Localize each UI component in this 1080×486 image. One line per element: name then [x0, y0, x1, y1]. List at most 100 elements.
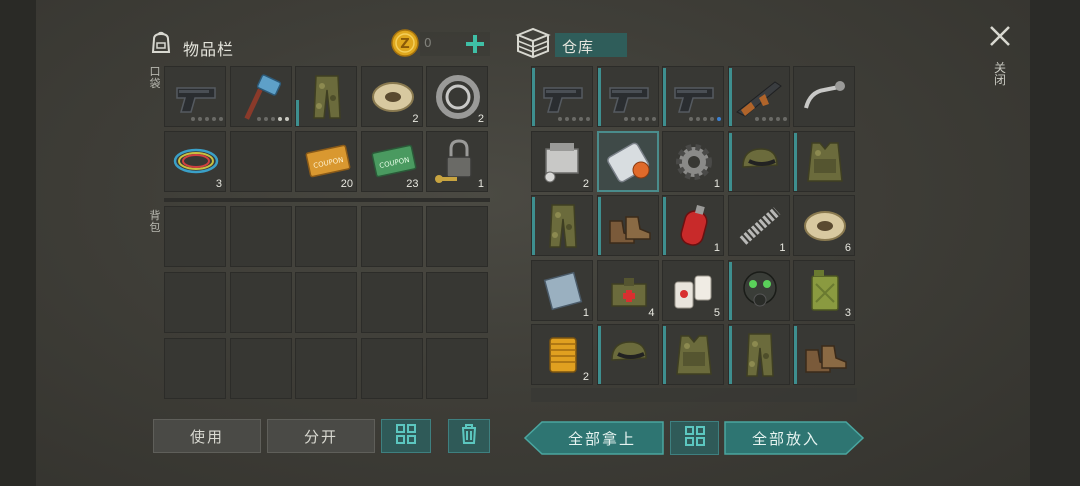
inventory-slot[interactable]: COUPON 23	[360, 130, 423, 192]
pistol-icon	[604, 72, 654, 122]
handlebar-icon	[800, 72, 850, 122]
inventory-slot[interactable]: 3	[793, 259, 855, 321]
durability-dots	[754, 117, 787, 121]
item-quantity: 3	[844, 306, 851, 319]
inventory-slot[interactable]	[426, 338, 488, 399]
inventory-slot[interactable]	[360, 338, 423, 399]
close-icon[interactable]	[988, 24, 1012, 48]
medkit-bag-icon	[604, 266, 654, 316]
item-quantity: 1	[477, 177, 484, 190]
slot-accent	[663, 326, 666, 384]
inventory-slot[interactable]	[727, 324, 790, 385]
inventory-slot[interactable]	[164, 66, 226, 127]
inventory-slot[interactable]: 3	[164, 130, 226, 192]
close-label[interactable]: 关闭	[993, 62, 1007, 86]
inventory-slot[interactable]	[596, 195, 659, 256]
item-quantity: 1	[779, 242, 786, 254]
slot-accent	[532, 68, 535, 126]
use-button[interactable]: 使用	[153, 419, 261, 453]
inventory-slot[interactable]	[662, 66, 724, 127]
inventory-slot[interactable]	[295, 338, 357, 399]
camo-vest-icon	[669, 330, 719, 380]
inventory-slot[interactable]	[164, 272, 226, 333]
inventory-slot[interactable]: 1	[531, 259, 593, 321]
padlock-key-icon	[433, 137, 483, 187]
inventory-slot[interactable]	[531, 66, 593, 127]
inventory-slot[interactable]: 2	[360, 66, 423, 127]
inventory-slot[interactable]: COUPON 20	[295, 130, 357, 192]
take-all-button[interactable]: 全部拿上	[524, 421, 664, 455]
bearing-ring-icon	[433, 72, 483, 122]
inventory-slot[interactable]: 6	[793, 195, 855, 256]
item-quantity: 2	[582, 371, 589, 383]
boots-icon	[800, 330, 850, 380]
inventory-slot[interactable]: 1	[662, 195, 724, 256]
inventory-slot[interactable]	[295, 206, 357, 267]
camo-pants-icon	[735, 330, 785, 380]
inventory-slot[interactable]	[727, 66, 790, 127]
split-button[interactable]: 分开	[267, 419, 375, 453]
inventory-title: 物品栏	[183, 40, 235, 59]
put-all-label: 全部放入	[751, 429, 820, 448]
inventory-slot[interactable]: 2	[426, 66, 488, 127]
inventory-slot[interactable]	[164, 206, 226, 267]
gas-canister-icon	[669, 201, 719, 251]
inventory-slot[interactable]	[360, 272, 423, 333]
inventory-slot[interactable]	[596, 324, 659, 385]
durability-bar	[296, 100, 299, 126]
sort-storage-button[interactable]	[670, 421, 719, 455]
inventory-slot[interactable]	[793, 324, 855, 385]
inventory-slot[interactable]: 4	[596, 259, 659, 321]
slot-accent	[728, 68, 732, 126]
inventory-slot[interactable]	[596, 66, 659, 127]
inventory-slot[interactable]	[793, 66, 855, 127]
inventory-slot[interactable]: 1	[426, 130, 488, 192]
inventory-slot[interactable]	[229, 66, 292, 127]
inventory-slot[interactable]: 2	[531, 130, 593, 192]
gear-icon	[669, 137, 719, 187]
inventory-slot[interactable]	[426, 206, 488, 267]
inventory-slot[interactable]	[295, 272, 357, 333]
inventory-slot[interactable]	[360, 206, 423, 267]
durability-dots	[191, 117, 223, 121]
item-quantity: 3	[215, 177, 222, 190]
pistol-icon	[669, 72, 719, 122]
storage-title: 仓库	[562, 38, 595, 56]
inventory-slot[interactable]	[531, 195, 593, 256]
wire-spool-icon	[800, 201, 850, 251]
wire-coil-icon	[171, 137, 221, 187]
grid-sort-icon	[395, 423, 417, 449]
inventory-slot[interactable]: 1	[727, 195, 790, 256]
boots-icon	[604, 201, 654, 251]
camo-pants-icon	[302, 72, 352, 122]
grid-sort-icon	[684, 425, 706, 451]
inventory-slot[interactable]	[596, 130, 659, 192]
inventory-slot[interactable]	[727, 259, 790, 321]
inventory-slot[interactable]	[229, 206, 292, 267]
inventory-slot[interactable]	[229, 272, 292, 333]
plus-icon[interactable]	[464, 33, 486, 55]
inventory-slot[interactable]	[229, 130, 292, 192]
item-quantity: 23	[406, 177, 419, 190]
inventory-slot[interactable]: 5	[662, 259, 724, 321]
gas-mask-icon	[735, 266, 785, 316]
inventory-slot[interactable]: 2	[531, 324, 593, 385]
divider	[164, 198, 490, 202]
inventory-slot[interactable]	[662, 324, 724, 385]
item-quantity: 1	[713, 242, 720, 254]
inventory-slot[interactable]	[295, 66, 357, 127]
put-all-button[interactable]: 全部放入	[724, 421, 864, 455]
inventory-slot[interactable]	[426, 272, 488, 333]
inventory-slot[interactable]	[229, 338, 292, 399]
inventory-slot[interactable]: 1	[662, 130, 724, 192]
durability-dots	[689, 117, 721, 121]
sort-button[interactable]	[381, 419, 431, 453]
storage-box-icon	[515, 27, 551, 59]
inventory-slot[interactable]	[793, 130, 855, 192]
slot-accent	[728, 132, 732, 191]
inventory-slot[interactable]	[164, 338, 226, 399]
inventory-slot[interactable]	[727, 130, 790, 192]
slot-accent	[728, 326, 732, 384]
svg-text:Z: Z	[400, 37, 409, 52]
trash-button[interactable]	[448, 419, 490, 453]
